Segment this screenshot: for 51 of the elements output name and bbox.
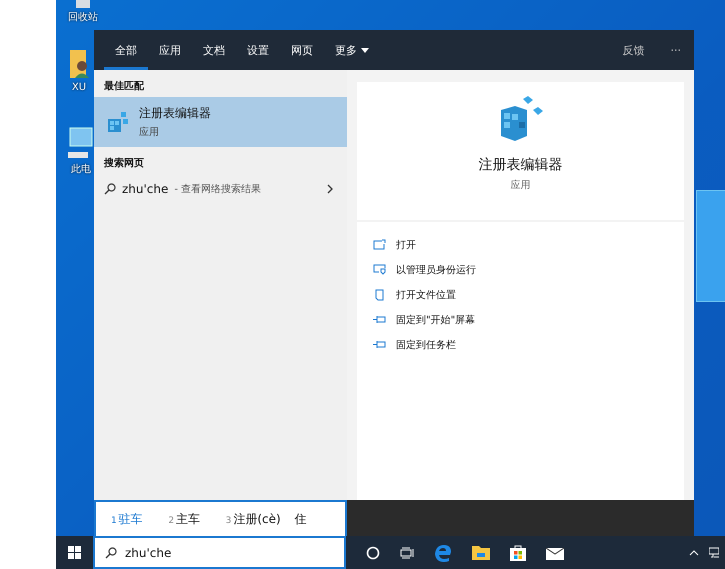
- caret-icon: [361, 48, 369, 52]
- filter-tab[interactable]: 更多: [324, 30, 380, 70]
- chevron-up-icon[interactable]: [689, 550, 699, 556]
- section-heading: 搜索网页: [102, 156, 145, 171]
- chevron-right-icon: [327, 184, 333, 194]
- filter-tab[interactable]: 设置: [236, 30, 280, 70]
- ime-candidate[interactable]: 1 驻车: [104, 510, 162, 528]
- cubes-icon: [498, 96, 542, 142]
- desktop-icon-label[interactable]: 回收站: [68, 10, 98, 24]
- result-item[interactable]: 注册表编辑器 应用: [94, 97, 347, 147]
- web-search-item[interactable]: zhu'che - 查看网络搜索结果: [94, 174, 347, 204]
- search-value: zhu'che: [125, 546, 172, 560]
- ime-candidate[interactable]: 住: [288, 510, 346, 528]
- circle-icon[interactable]: [366, 546, 380, 560]
- search-icon: [104, 183, 116, 195]
- filter-tab[interactable]: 网页: [280, 30, 324, 70]
- pin-icon: [373, 340, 386, 349]
- action-item[interactable]: 打开: [357, 232, 684, 257]
- windows-logo-icon[interactable]: [68, 546, 81, 559]
- store-bag-icon[interactable]: [510, 544, 526, 561]
- result-subtitle: 应用: [139, 126, 160, 139]
- action-item[interactable]: 固定到任务栏: [357, 332, 684, 357]
- task-view-icon[interactable]: [400, 546, 414, 558]
- desktop-icon-label[interactable]: 此电: [71, 162, 91, 176]
- search-field[interactable]: zhu'che: [93, 536, 346, 569]
- section-heading: 最佳匹配: [103, 80, 145, 94]
- result-title: 注册表编辑器: [139, 105, 211, 122]
- mail-icon[interactable]: [546, 546, 564, 560]
- shield-icon: [373, 264, 386, 275]
- cubes-icon: [106, 110, 130, 134]
- browser-icon[interactable]: [434, 544, 452, 562]
- desktop-icon-label[interactable]: XU: [72, 82, 86, 93]
- filter-tab[interactable]: 文档: [192, 30, 236, 70]
- search-icon: [105, 546, 117, 558]
- filter-tab[interactable]: 应用: [148, 30, 192, 70]
- ime-candidate[interactable]: 2 主车: [161, 510, 219, 528]
- open-window-icon: [373, 239, 386, 250]
- ime-candidate[interactable]: 3 注册(cè): [218, 510, 288, 528]
- action-item[interactable]: 固定到"开始"屏幕: [357, 307, 684, 332]
- computer-icon[interactable]: [68, 126, 94, 160]
- user-folder-icon[interactable]: [68, 48, 90, 80]
- detail-subtitle: 应用: [510, 178, 530, 192]
- header-action[interactable]: 反馈: [610, 42, 658, 58]
- web-query: zhu'che: [122, 182, 168, 196]
- action-item[interactable]: 打开文件位置: [357, 282, 684, 307]
- header-action[interactable]: ···: [658, 44, 694, 56]
- network-icon[interactable]: [709, 546, 719, 558]
- web-hint: - 查看网络搜索结果: [174, 182, 262, 196]
- action-item[interactable]: 以管理员身份运行: [357, 257, 684, 282]
- pin-icon: [373, 315, 386, 324]
- detail-title: 注册表编辑器: [478, 156, 562, 174]
